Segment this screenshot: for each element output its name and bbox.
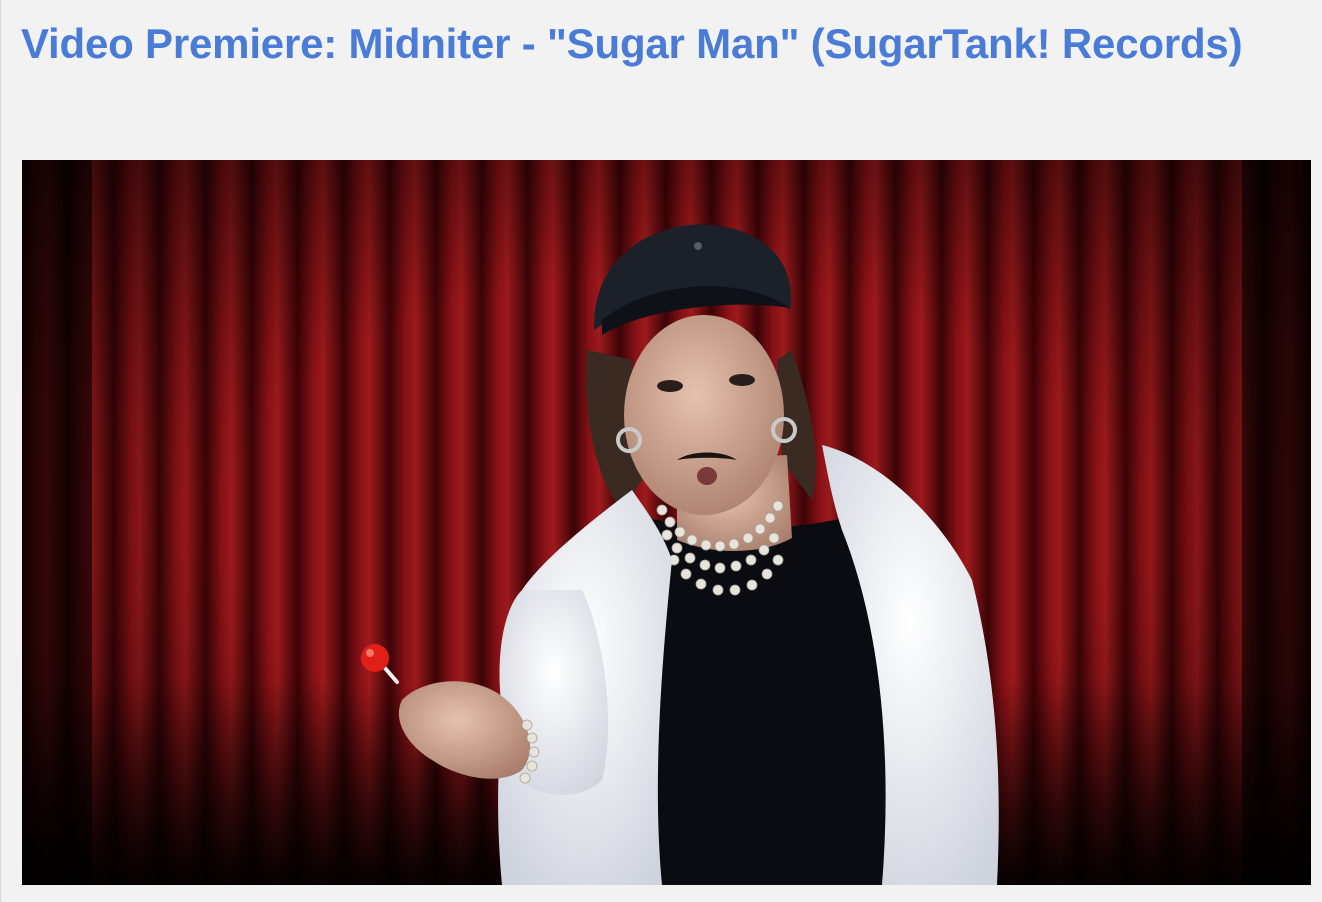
blog-post: Video Premiere: Midniter - "Sugar Man" (… (0, 0, 1322, 902)
video-still-image[interactable] (22, 160, 1311, 885)
post-title-link[interactable]: Video Premiere: Midniter - "Sugar Man" (… (21, 14, 1261, 74)
video-still-illustration (22, 160, 1311, 885)
